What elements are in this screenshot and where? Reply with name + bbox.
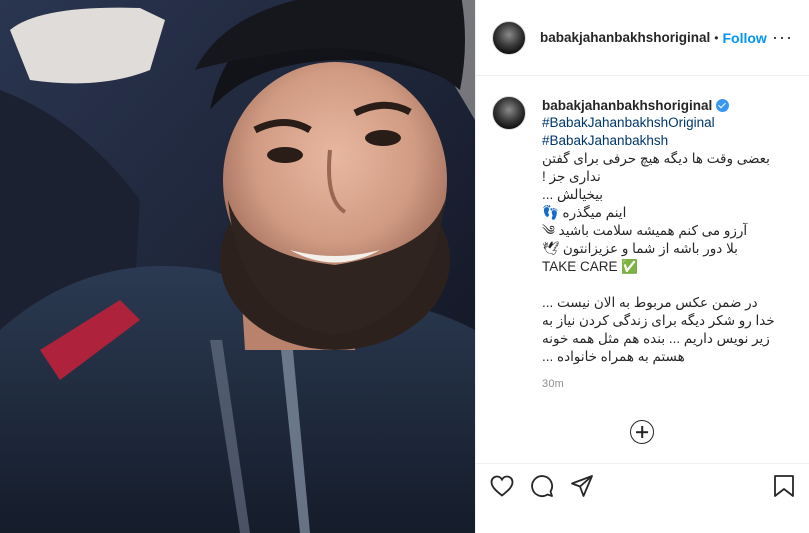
- caption-line: آرزو می کنم همیشه سلامت باشید ༄: [542, 223, 748, 238]
- follow-button[interactable]: Follow: [723, 30, 767, 46]
- save-button[interactable]: [763, 472, 795, 500]
- caption-line: خدا رو شکر دیگه برای زندگی کردن نیاز به: [542, 313, 775, 328]
- more-options-icon[interactable]: ···: [772, 27, 793, 48]
- caption-avatar[interactable]: [492, 96, 526, 130]
- selfie-illustration: [0, 0, 475, 533]
- caption-line: نداری جز !: [542, 169, 601, 184]
- avatar[interactable]: [492, 20, 526, 55]
- caption-line: زیر نویس داریم ... بنده هم مثل همه خونه: [542, 331, 770, 346]
- caption-username-row: babakjahanbakhshoriginal: [542, 96, 782, 114]
- hashtag-link[interactable]: #BabakJahanbakhshOriginal: [542, 114, 782, 132]
- caption-row: babakjahanbakhshoriginal #BabakJahanbakh…: [492, 96, 793, 390]
- comments-section: babakjahanbakhshoriginal #BabakJahanbakh…: [476, 76, 809, 463]
- caption-username[interactable]: babakjahanbakhshoriginal: [542, 98, 712, 113]
- caption-line: در ضمن عکس مربوط به الان نیست ...: [542, 295, 758, 310]
- caption-line: بلا دور باشه از شما و عزیزانتون 🕊: [542, 241, 738, 256]
- caption-gap: [542, 276, 782, 294]
- like-button[interactable]: [490, 472, 522, 500]
- share-icon: [571, 475, 593, 497]
- post-photo[interactable]: [0, 0, 475, 533]
- bookmark-icon: [774, 475, 794, 497]
- share-button[interactable]: [570, 472, 602, 500]
- post-side-panel: babakjahanbakhshoriginal • Follow ··· ba…: [475, 0, 809, 533]
- heart-icon: [490, 475, 514, 497]
- instagram-post: babakjahanbakhshoriginal • Follow ··· ba…: [0, 0, 809, 533]
- comment-icon: [531, 475, 553, 497]
- post-header: babakjahanbakhshoriginal • Follow ···: [476, 0, 809, 76]
- verified-badge-icon: [716, 98, 730, 112]
- caption-line: بعضی وقت ها دیگه هیچ حرفی برای گفتن: [542, 151, 770, 166]
- caption-line: TAKE CARE ✅: [542, 259, 639, 274]
- post-timestamp[interactable]: 30m: [542, 378, 782, 390]
- hashtag-link[interactable]: #BabakJahanbakhsh: [542, 132, 782, 150]
- caption-line: هستم به همراه خانواده ...: [542, 349, 685, 364]
- separator-dot: •: [714, 30, 719, 45]
- caption-body: babakjahanbakhshoriginal #BabakJahanbakh…: [542, 96, 782, 391]
- caption-line: بیخیالش ...: [542, 187, 604, 202]
- caption-line: اینم میگذره 👣: [542, 205, 627, 220]
- header-username[interactable]: babakjahanbakhshoriginal: [540, 30, 710, 45]
- comment-button[interactable]: [530, 472, 562, 500]
- plus-circle-icon[interactable]: [630, 420, 654, 444]
- action-bar: [476, 463, 809, 533]
